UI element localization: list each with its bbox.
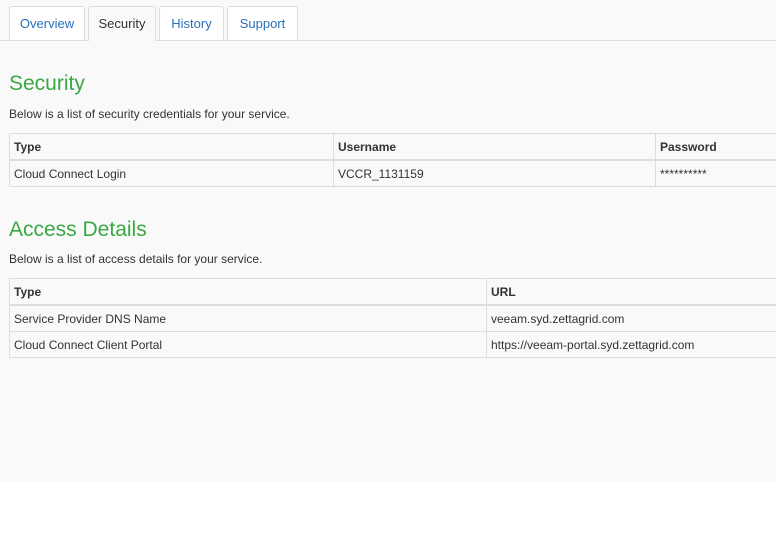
- access-details-description: Below is a list of access details for yo…: [9, 252, 263, 266]
- table-row: Cloud Connect Login VCCR_1131159 *******…: [9, 159, 776, 187]
- column-header-type: Type: [9, 133, 334, 161]
- tab-support[interactable]: Support: [227, 6, 298, 40]
- security-description: Below is a list of security credentials …: [9, 107, 290, 121]
- cell-type: Cloud Connect Client Portal: [9, 331, 487, 358]
- cell-password: **********: [655, 159, 776, 187]
- table-row: Cloud Connect Client Portal https://veea…: [9, 331, 776, 358]
- access-details-heading: Access Details: [9, 218, 147, 241]
- table-header-row: Type Username Password: [9, 133, 776, 161]
- tab-security[interactable]: Security: [88, 6, 156, 41]
- security-credentials-table: Type Username Password Cloud Connect Log…: [9, 133, 776, 187]
- cell-url: veeam.syd.zettagrid.com: [486, 304, 776, 332]
- access-details-table: Type URL Service Provider DNS Name veeam…: [9, 278, 776, 358]
- table-row: Service Provider DNS Name veeam.syd.zett…: [9, 304, 776, 332]
- column-header-url: URL: [486, 278, 776, 306]
- column-header-type: Type: [9, 278, 487, 306]
- tab-overview[interactable]: Overview: [9, 6, 85, 40]
- cell-type: Service Provider DNS Name: [9, 304, 487, 332]
- security-heading: Security: [9, 72, 85, 95]
- column-header-password: Password: [655, 133, 776, 161]
- cell-type: Cloud Connect Login: [9, 159, 334, 187]
- tab-history[interactable]: History: [159, 6, 224, 40]
- content-panel: Overview Security History Support Securi…: [0, 0, 776, 482]
- column-header-username: Username: [333, 133, 656, 161]
- table-header-row: Type URL: [9, 278, 776, 306]
- cell-username: VCCR_1131159: [333, 159, 656, 187]
- tab-bar: Overview Security History Support: [0, 6, 776, 41]
- cell-url: https://veeam-portal.syd.zettagrid.com: [486, 331, 776, 358]
